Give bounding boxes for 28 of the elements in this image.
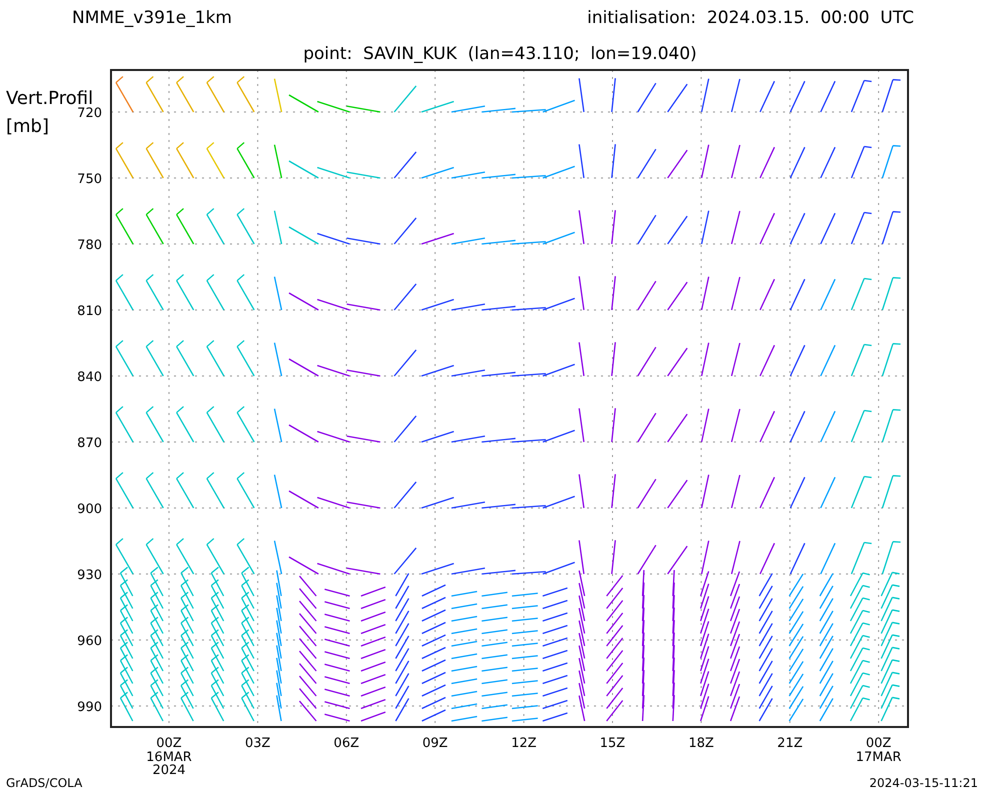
footer-credit: GrADS/COLA [6,775,82,792]
x-tick-date: 17MAR [856,750,902,765]
x-tick-date: 16MAR [146,750,192,765]
footer-timestamp: 2024-03-15-11:21 [869,775,979,792]
y-tick-label: 780 [77,238,102,253]
y-tick-label: 750 [77,172,102,187]
y-tick-label: 720 [77,106,102,121]
y-tick-label: 840 [77,370,102,385]
x-tick-label: 06Z [334,736,360,751]
x-tick-label: 00Z [156,736,182,751]
y-axis-title: [mb] [6,116,50,137]
x-tick-label: 03Z [244,736,270,751]
y-tick-label: 810 [77,304,102,319]
x-tick-date: 2024 [152,763,186,778]
y-tick-label: 930 [77,568,102,583]
x-tick-label: 09Z [422,736,448,751]
x-tick-label: 00Z [866,736,892,751]
x-tick-label: 12Z [511,736,537,751]
x-tick-label: 21Z [777,736,803,751]
y-tick-label: 960 [77,634,102,649]
y-tick-label: 990 [77,700,102,715]
y-tick-label: 900 [77,502,102,517]
y-tick-label: 870 [77,436,102,451]
chart-subtitle: point: SAVIN_KUK (lan=43.110; lon=19.040) [303,43,697,64]
initialisation-time: initialisation: 2024.03.15. 00:00 UTC [587,7,914,30]
x-tick-label: 15Z [600,736,626,751]
x-tick-label: 18Z [688,736,714,751]
model-name: NMME_v391e_1km [72,7,232,30]
